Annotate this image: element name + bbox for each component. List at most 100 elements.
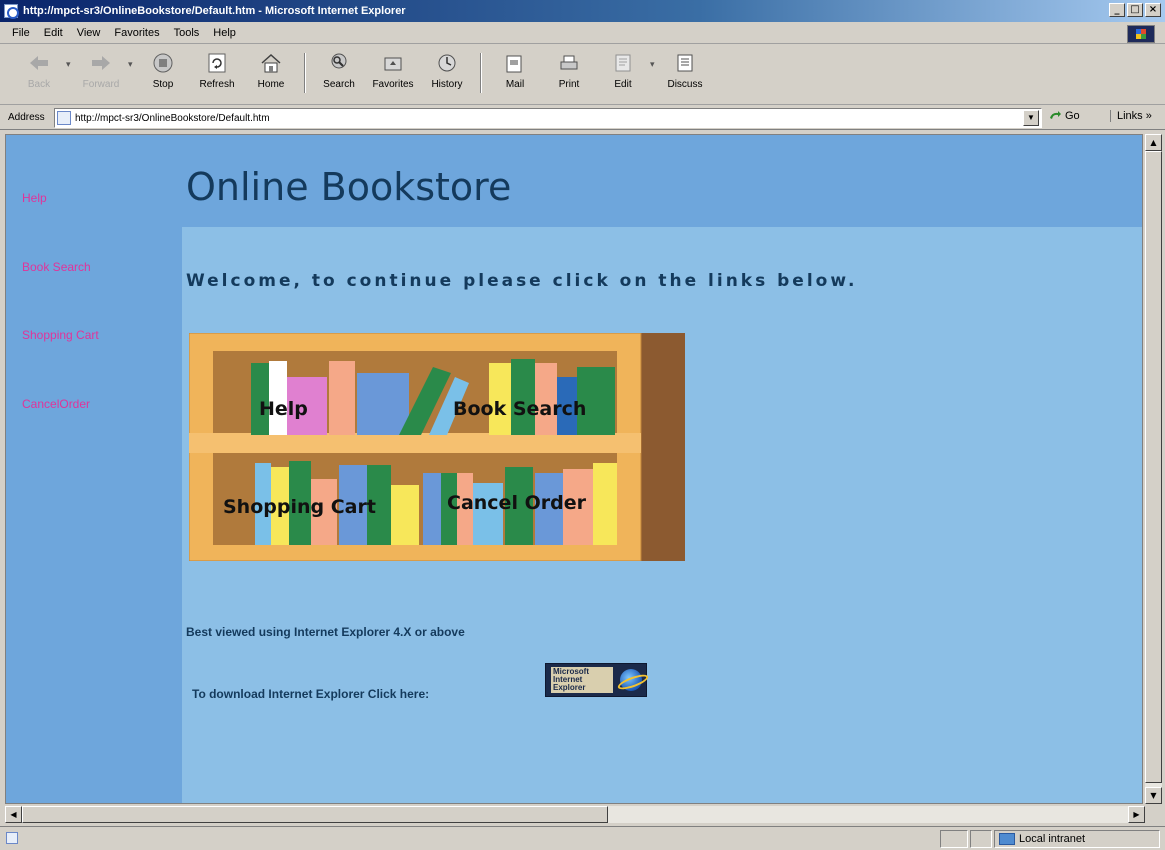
print-button[interactable]: Print bbox=[542, 45, 596, 101]
ie-logo-text: Microsoft Internet Explorer bbox=[551, 667, 613, 693]
close-button[interactable]: × bbox=[1145, 3, 1161, 17]
edit-dropdown-icon[interactable]: ▾ bbox=[650, 59, 658, 70]
window-title: http://mpct-sr3/OnlineBookstore/Default.… bbox=[23, 5, 406, 17]
intranet-zone-icon bbox=[999, 833, 1015, 845]
links-button[interactable]: Links » bbox=[1110, 110, 1152, 122]
minimize-button[interactable]: _ bbox=[1109, 3, 1125, 17]
edit-button[interactable]: Edit bbox=[596, 45, 650, 101]
download-ie-text: To download Internet Explorer Click here… bbox=[192, 687, 430, 701]
search-label: Search bbox=[323, 79, 355, 90]
address-label: Address bbox=[8, 112, 45, 123]
vertical-scrollbar[interactable]: ▲ ▼ bbox=[1145, 134, 1162, 804]
page-status-icon bbox=[6, 832, 18, 844]
menu-file[interactable]: File bbox=[0, 27, 37, 39]
left-nav: Help Book Search Shopping Cart CancelOrd… bbox=[6, 135, 182, 803]
back-label: Back bbox=[27, 79, 51, 90]
history-label: History bbox=[431, 79, 463, 90]
nav-link-cancel-order[interactable]: CancelOrder bbox=[22, 397, 90, 411]
scroll-up-icon[interactable]: ▲ bbox=[1145, 134, 1162, 151]
status-pane bbox=[970, 830, 992, 848]
standard-toolbar: Back ▾ Forward ▾ Stop Refresh Home Searc… bbox=[0, 45, 1165, 105]
scroll-right-icon[interactable]: ▶ bbox=[1128, 806, 1145, 823]
shelf-link-book-search[interactable]: Book Search bbox=[453, 398, 586, 420]
stop-label: Stop bbox=[152, 79, 174, 90]
nav-link-help[interactable]: Help bbox=[22, 191, 47, 205]
horizontal-scrollbar[interactable]: ◀ ▶ bbox=[5, 806, 1145, 823]
shelf-link-shopping-cart[interactable]: Shopping Cart bbox=[223, 496, 376, 518]
zone-label: Local intranet bbox=[1019, 833, 1086, 845]
back-dropdown-icon[interactable]: ▾ bbox=[66, 59, 74, 70]
ie-logo-line: Explorer bbox=[553, 683, 586, 692]
menu-edit[interactable]: Edit bbox=[37, 27, 70, 39]
status-bar: Local intranet bbox=[0, 826, 1165, 850]
discuss-button[interactable]: Discuss bbox=[658, 45, 712, 101]
bookshelf-image-map: Help Book Search Shopping Cart Cancel Or… bbox=[189, 333, 685, 561]
go-button[interactable]: Go bbox=[1048, 110, 1080, 122]
status-pane bbox=[940, 830, 968, 848]
back-arrow-icon bbox=[27, 51, 51, 75]
printer-icon bbox=[557, 51, 581, 75]
stop-icon bbox=[151, 51, 175, 75]
menu-help[interactable]: Help bbox=[206, 27, 243, 39]
page-title: Online Bookstore bbox=[186, 165, 512, 209]
windows-logo-icon bbox=[1127, 25, 1155, 43]
search-icon bbox=[327, 51, 351, 75]
shelf-link-cancel-order[interactable]: Cancel Order bbox=[447, 492, 587, 514]
history-icon bbox=[435, 51, 459, 75]
page-icon bbox=[57, 111, 71, 125]
menu-bar: File Edit View Favorites Tools Help bbox=[0, 22, 1165, 44]
forward-label: Forward bbox=[82, 79, 120, 90]
edit-label: Edit bbox=[614, 79, 632, 90]
forward-arrow-icon bbox=[89, 51, 113, 75]
go-label: Go bbox=[1065, 110, 1080, 122]
edit-page-icon bbox=[611, 51, 635, 75]
ie-globe-icon bbox=[620, 669, 642, 691]
refresh-button[interactable]: Refresh bbox=[190, 45, 244, 101]
discuss-icon bbox=[673, 51, 697, 75]
back-button[interactable]: Back bbox=[12, 45, 66, 101]
forward-button[interactable]: Forward bbox=[74, 45, 128, 101]
mail-button[interactable]: Mail bbox=[488, 45, 542, 101]
shelf-board bbox=[189, 433, 641, 453]
go-arrow-icon bbox=[1050, 111, 1061, 119]
print-label: Print bbox=[558, 79, 580, 90]
favorites-folder-icon bbox=[381, 51, 405, 75]
forward-dropdown-icon[interactable]: ▾ bbox=[128, 59, 136, 70]
best-viewed-note: Best viewed using Internet Explorer 4.X … bbox=[186, 625, 465, 639]
mail-icon bbox=[503, 51, 527, 75]
home-button[interactable]: Home bbox=[244, 45, 298, 101]
nav-link-shopping-cart[interactable]: Shopping Cart bbox=[22, 328, 99, 342]
mail-label: Mail bbox=[505, 79, 525, 90]
home-icon bbox=[259, 51, 283, 75]
security-zone-pane: Local intranet bbox=[994, 830, 1160, 848]
shelf-link-help[interactable]: Help bbox=[259, 398, 308, 420]
discuss-label: Discuss bbox=[667, 79, 703, 90]
address-dropdown-icon[interactable]: ▼ bbox=[1023, 110, 1039, 126]
ie-app-icon[interactable] bbox=[4, 4, 19, 19]
refresh-label: Refresh bbox=[199, 79, 235, 90]
scroll-left-icon[interactable]: ◀ bbox=[5, 806, 22, 823]
scroll-down-icon[interactable]: ▼ bbox=[1145, 787, 1162, 804]
address-input[interactable] bbox=[75, 112, 975, 124]
menu-view[interactable]: View bbox=[70, 27, 108, 39]
search-button[interactable]: Search bbox=[312, 45, 366, 101]
home-label: Home bbox=[257, 79, 285, 90]
address-field[interactable]: ▼ bbox=[54, 108, 1042, 128]
title-bar: http://mpct-sr3/OnlineBookstore/Default.… bbox=[0, 0, 1165, 22]
stop-button[interactable]: Stop bbox=[136, 45, 190, 101]
toolbar-separator bbox=[480, 53, 482, 93]
history-button[interactable]: History bbox=[420, 45, 474, 101]
refresh-icon bbox=[205, 51, 229, 75]
vertical-scroll-thumb[interactable] bbox=[1145, 151, 1162, 783]
horizontal-scroll-thumb[interactable] bbox=[22, 806, 608, 823]
favorites-button[interactable]: Favorites bbox=[366, 45, 420, 101]
nav-link-book-search[interactable]: Book Search bbox=[22, 260, 91, 274]
address-bar: Address ▼ Go Links » bbox=[0, 106, 1165, 130]
ie-download-link[interactable]: Microsoft Internet Explorer bbox=[545, 663, 647, 697]
menu-favorites[interactable]: Favorites bbox=[107, 27, 166, 39]
page-viewport: Help Book Search Shopping Cart CancelOrd… bbox=[5, 134, 1143, 804]
maximize-button[interactable]: □ bbox=[1127, 3, 1143, 17]
menu-tools[interactable]: Tools bbox=[167, 27, 207, 39]
toolbar-separator bbox=[304, 53, 306, 93]
welcome-text: Welcome, to continue please click on the… bbox=[186, 271, 858, 291]
